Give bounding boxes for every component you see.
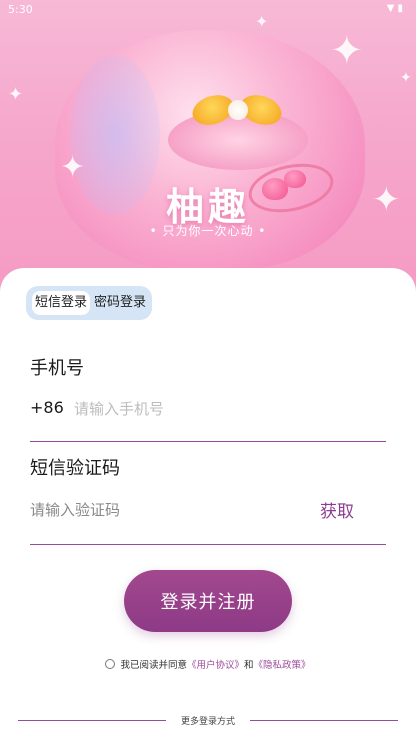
- app-slogan: • 只为你一次心动 •: [149, 224, 267, 238]
- status-bar: 5:30 ▼▮: [0, 0, 416, 20]
- phone-divider: [30, 441, 386, 442]
- more-login-options: 更多登录方式: [18, 714, 398, 728]
- status-time: 5:30: [8, 3, 33, 16]
- agreement-checkbox[interactable]: [105, 659, 116, 669]
- login-card: 短信登录 密码登录 手机号 +86 短信验证码 获取 登录并注册 我已阅读并同意…: [0, 268, 416, 740]
- login-register-button[interactable]: 登录并注册: [124, 570, 292, 632]
- sparkle-icon: ✦: [330, 28, 364, 74]
- sparkle-icon: ✦: [400, 70, 412, 86]
- agreement-row: 我已阅读并同意《用户协议》和《隐私政策》: [0, 657, 416, 671]
- country-code[interactable]: +86: [30, 398, 64, 417]
- phone-label: 手机号: [30, 358, 84, 379]
- user-agreement-link[interactable]: 《用户协议》: [187, 660, 244, 671]
- hero-banner: 5:30 ▼▮ ✦ ✦ ✦ ✦ ✦ ✦ 柚趣 • 只为你一次心动 •: [0, 0, 416, 300]
- wifi-icon: ▼: [386, 3, 398, 14]
- login-mode-tabs: 短信登录 密码登录: [26, 286, 152, 320]
- tab-sms-login[interactable]: 短信登录: [32, 291, 90, 315]
- code-input[interactable]: [30, 499, 290, 521]
- get-code-button[interactable]: 获取: [320, 497, 354, 522]
- ribbon-bow-icon: [188, 90, 286, 130]
- code-divider: [30, 544, 386, 545]
- agreement-text: 我已阅读并同意: [120, 660, 187, 671]
- privacy-policy-link[interactable]: 《隐私政策》: [254, 660, 311, 671]
- sparkle-icon: ✦: [8, 84, 24, 105]
- battery-icon: ▮: [397, 3, 406, 14]
- agreement-and: 和: [244, 660, 254, 671]
- phone-input[interactable]: [74, 398, 374, 420]
- code-label: 短信验证码: [30, 458, 120, 479]
- more-login-label[interactable]: 更多登录方式: [18, 714, 398, 727]
- tab-password-login[interactable]: 密码登录: [92, 291, 148, 315]
- status-icons: ▼▮: [387, 3, 406, 14]
